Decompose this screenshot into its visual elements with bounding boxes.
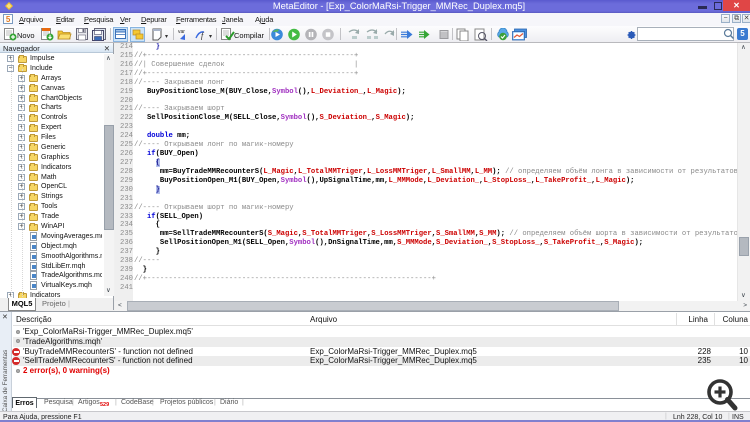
svg-text:var: var	[178, 29, 185, 35]
svg-text:f: f	[201, 31, 205, 40]
